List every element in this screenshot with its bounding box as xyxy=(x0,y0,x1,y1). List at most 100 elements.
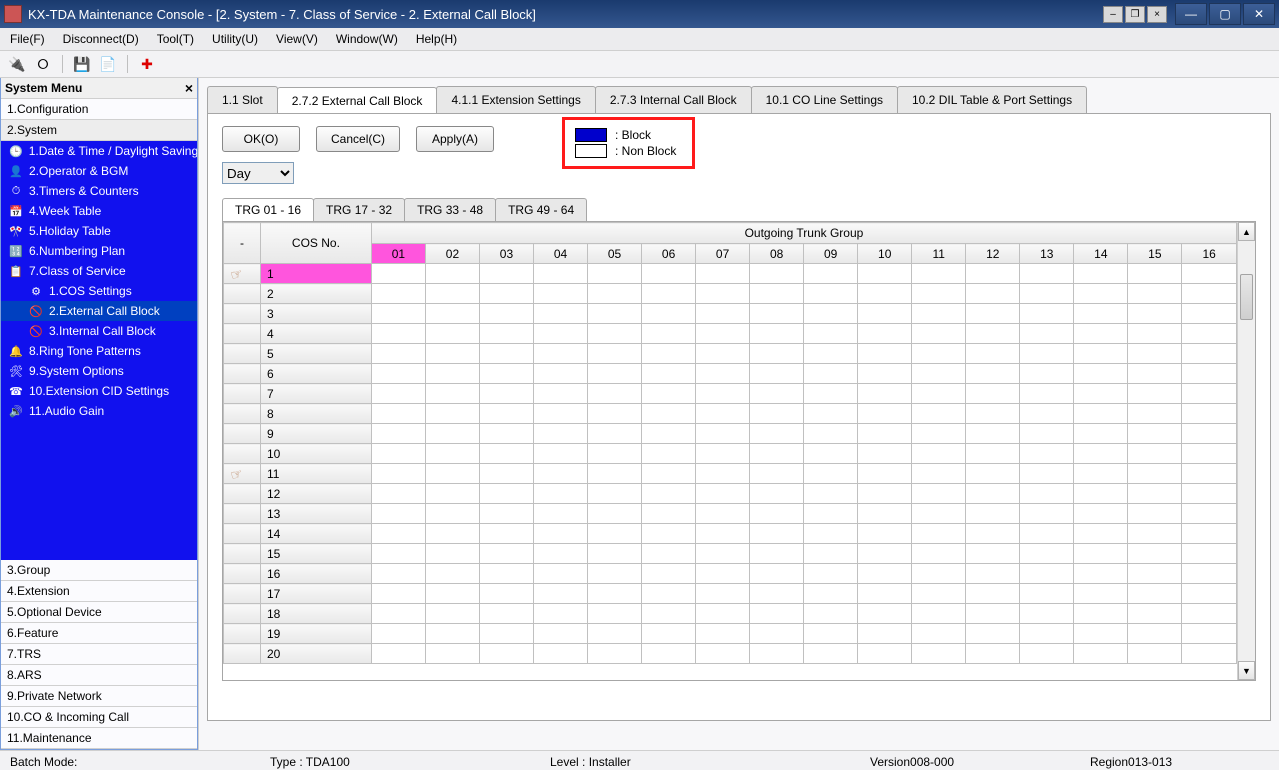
cell-r19-c16[interactable] xyxy=(1182,624,1237,644)
cell-r15-c15[interactable] xyxy=(1128,544,1182,564)
row-icon-8[interactable] xyxy=(224,404,261,424)
row-header-2[interactable]: 2 xyxy=(260,284,371,304)
cell-r11-c14[interactable] xyxy=(1074,464,1128,484)
cell-r9-c03[interactable] xyxy=(479,424,533,444)
cell-r20-c12[interactable] xyxy=(966,644,1020,664)
cos-no-header[interactable]: COS No. xyxy=(260,223,371,264)
cell-r4-c10[interactable] xyxy=(858,324,912,344)
cell-r4-c05[interactable] xyxy=(588,324,642,344)
cell-r14-c03[interactable] xyxy=(479,524,533,544)
cell-r1-c03[interactable] xyxy=(479,264,533,284)
cell-r17-c03[interactable] xyxy=(479,584,533,604)
cell-r20-c01[interactable] xyxy=(371,644,425,664)
cell-r5-c11[interactable] xyxy=(912,344,966,364)
cell-r17-c14[interactable] xyxy=(1074,584,1128,604)
cell-r16-c02[interactable] xyxy=(425,564,479,584)
cell-r12-c05[interactable] xyxy=(588,484,642,504)
cell-r6-c03[interactable] xyxy=(479,364,533,384)
cell-r11-c05[interactable] xyxy=(588,464,642,484)
cell-r15-c12[interactable] xyxy=(966,544,1020,564)
scroll-down-button[interactable]: ▼ xyxy=(1238,661,1255,680)
medical-icon[interactable]: ✚ xyxy=(136,53,158,75)
cell-r16-c10[interactable] xyxy=(858,564,912,584)
cell-r12-c14[interactable] xyxy=(1074,484,1128,504)
cell-r1-c06[interactable] xyxy=(642,264,696,284)
cell-r20-c14[interactable] xyxy=(1074,644,1128,664)
cell-r8-c03[interactable] xyxy=(479,404,533,424)
cell-r5-c01[interactable] xyxy=(371,344,425,364)
mdi-minimize-button[interactable]: – xyxy=(1103,6,1123,23)
cell-r6-c09[interactable] xyxy=(804,364,858,384)
cell-r10-c07[interactable] xyxy=(696,444,750,464)
cell-r10-c02[interactable] xyxy=(425,444,479,464)
row-icon-15[interactable] xyxy=(224,544,261,564)
row-icon-20[interactable] xyxy=(224,644,261,664)
cell-r20-c13[interactable] xyxy=(1020,644,1074,664)
cell-r13-c05[interactable] xyxy=(588,504,642,524)
cell-r16-c11[interactable] xyxy=(912,564,966,584)
cell-r9-c07[interactable] xyxy=(696,424,750,444)
cell-r20-c08[interactable] xyxy=(750,644,804,664)
cell-r13-c12[interactable] xyxy=(966,504,1020,524)
col-header-13[interactable]: 13 xyxy=(1020,244,1074,264)
cell-r3-c03[interactable] xyxy=(479,304,533,324)
cell-r13-c10[interactable] xyxy=(858,504,912,524)
cell-r6-c10[interactable] xyxy=(858,364,912,384)
cell-r12-c12[interactable] xyxy=(966,484,1020,504)
row-icon-19[interactable] xyxy=(224,624,261,644)
row-icon-17[interactable] xyxy=(224,584,261,604)
cell-r15-c07[interactable] xyxy=(696,544,750,564)
row-header-16[interactable]: 16 xyxy=(260,564,371,584)
cell-r18-c03[interactable] xyxy=(479,604,533,624)
cell-r3-c14[interactable] xyxy=(1074,304,1128,324)
row-icon-7[interactable] xyxy=(224,384,261,404)
cell-r7-c02[interactable] xyxy=(425,384,479,404)
cell-r9-c09[interactable] xyxy=(804,424,858,444)
cell-r7-c09[interactable] xyxy=(804,384,858,404)
row-icon-1[interactable] xyxy=(224,264,261,284)
cell-r17-c08[interactable] xyxy=(750,584,804,604)
cell-r7-c08[interactable] xyxy=(750,384,804,404)
cell-r7-c05[interactable] xyxy=(588,384,642,404)
cell-r19-c12[interactable] xyxy=(966,624,1020,644)
cell-r18-c14[interactable] xyxy=(1074,604,1128,624)
col-header-16[interactable]: 16 xyxy=(1182,244,1237,264)
row-header-3[interactable]: 3 xyxy=(260,304,371,324)
cell-r18-c07[interactable] xyxy=(696,604,750,624)
cell-r14-c06[interactable] xyxy=(642,524,696,544)
cell-r6-c08[interactable] xyxy=(750,364,804,384)
cell-r12-c04[interactable] xyxy=(534,484,588,504)
cell-r15-c05[interactable] xyxy=(588,544,642,564)
tab-10-2-dil-table-port-settings[interactable]: 10.2 DIL Table & Port Settings xyxy=(897,86,1087,113)
cell-r8-c15[interactable] xyxy=(1128,404,1182,424)
row-icon-2[interactable] xyxy=(224,284,261,304)
cell-r12-c02[interactable] xyxy=(425,484,479,504)
row-icon-6[interactable] xyxy=(224,364,261,384)
row-icon-11[interactable] xyxy=(224,464,261,484)
cell-r8-c10[interactable] xyxy=(858,404,912,424)
cell-r6-c11[interactable] xyxy=(912,364,966,384)
cell-r20-c03[interactable] xyxy=(479,644,533,664)
cell-r16-c15[interactable] xyxy=(1128,564,1182,584)
cell-r15-c03[interactable] xyxy=(479,544,533,564)
cell-r18-c09[interactable] xyxy=(804,604,858,624)
cell-r19-c01[interactable] xyxy=(371,624,425,644)
cell-r19-c07[interactable] xyxy=(696,624,750,644)
cell-r5-c12[interactable] xyxy=(966,344,1020,364)
cell-r18-c05[interactable] xyxy=(588,604,642,624)
cell-r4-c08[interactable] xyxy=(750,324,804,344)
cell-r13-c16[interactable] xyxy=(1182,504,1237,524)
cell-r13-c09[interactable] xyxy=(804,504,858,524)
cell-r19-c09[interactable] xyxy=(804,624,858,644)
cell-r10-c13[interactable] xyxy=(1020,444,1074,464)
cell-r15-c16[interactable] xyxy=(1182,544,1237,564)
open-icon[interactable]: 📄 xyxy=(97,53,119,75)
connect-icon[interactable]: 🔌 xyxy=(6,53,28,75)
cell-r2-c08[interactable] xyxy=(750,284,804,304)
cell-r10-c15[interactable] xyxy=(1128,444,1182,464)
sidebar-item-1-cos-settings[interactable]: ⚙1.COS Settings xyxy=(1,281,197,301)
cell-r10-c01[interactable] xyxy=(371,444,425,464)
cell-r15-c10[interactable] xyxy=(858,544,912,564)
cell-r7-c16[interactable] xyxy=(1182,384,1237,404)
row-header-13[interactable]: 13 xyxy=(260,504,371,524)
